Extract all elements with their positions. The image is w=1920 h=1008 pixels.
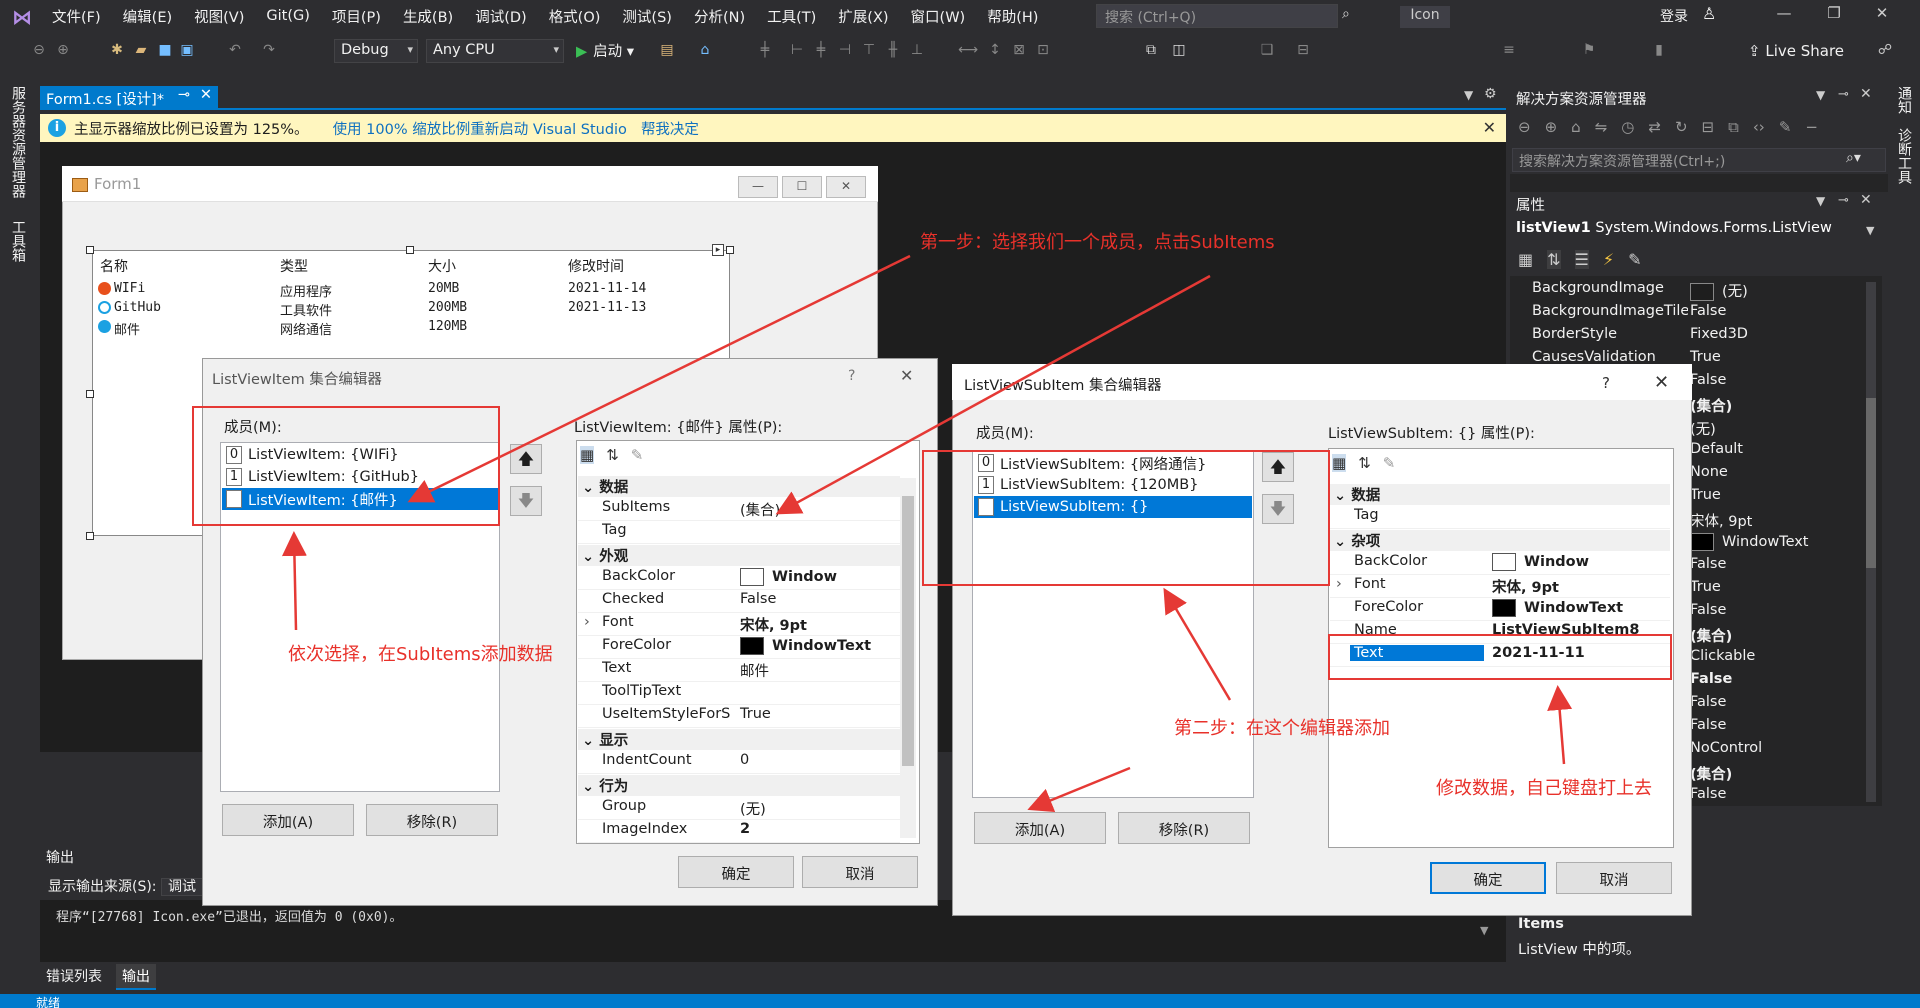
arrow-step1-to-subitems <box>775 274 1211 515</box>
arrow-step1-to-item <box>407 254 911 503</box>
arrow-modify-up <box>1547 685 1573 765</box>
annotation-arrows <box>281 254 1573 813</box>
arrow-step2-up <box>1163 587 1232 701</box>
arrow-step2-to-add <box>1027 766 1131 813</box>
arrow-hint-up <box>281 531 307 631</box>
